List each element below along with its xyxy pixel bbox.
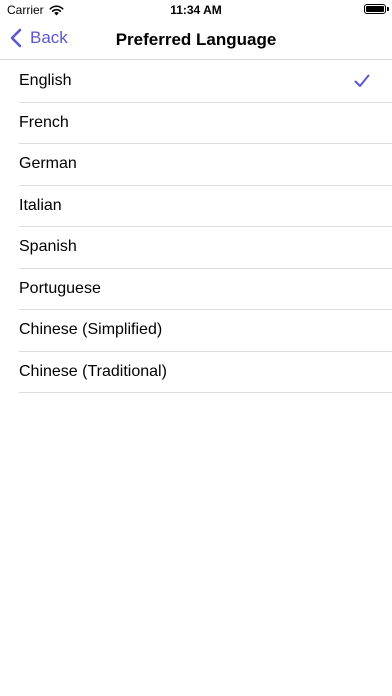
- language-label: Portuguese: [19, 279, 101, 297]
- language-item-chinese-traditional[interactable]: Chinese (Traditional): [19, 352, 392, 393]
- status-time: 11:34 AM: [170, 3, 222, 17]
- battery-cap: [387, 7, 389, 11]
- language-label: English: [19, 72, 72, 90]
- language-label: German: [19, 155, 77, 173]
- language-item-english[interactable]: English: [19, 61, 392, 103]
- language-label: French: [19, 113, 69, 131]
- status-bar: Carrier 11:34 AM: [0, 0, 392, 20]
- language-label: Chinese (Traditional): [19, 362, 167, 380]
- battery-icon: [364, 4, 386, 14]
- language-item-spanish[interactable]: Spanish: [19, 227, 392, 269]
- navigation-bar: Back Preferred Language: [0, 20, 392, 60]
- language-label: Spanish: [19, 238, 77, 256]
- page-title: Preferred Language: [115, 30, 277, 49]
- language-item-german[interactable]: German: [19, 144, 392, 186]
- language-item-italian[interactable]: Italian: [19, 186, 392, 227]
- language-item-portuguese[interactable]: Portuguese: [19, 269, 392, 310]
- language-label: Italian: [19, 196, 62, 214]
- language-item-chinese-simplified[interactable]: Chinese (Simplified): [19, 310, 392, 352]
- language-item-french[interactable]: French: [19, 103, 392, 144]
- language-label: Chinese (Simplified): [19, 321, 163, 339]
- language-list: English French German Italian Spanish Po…: [0, 61, 392, 393]
- checkmark-icon: [354, 74, 370, 87]
